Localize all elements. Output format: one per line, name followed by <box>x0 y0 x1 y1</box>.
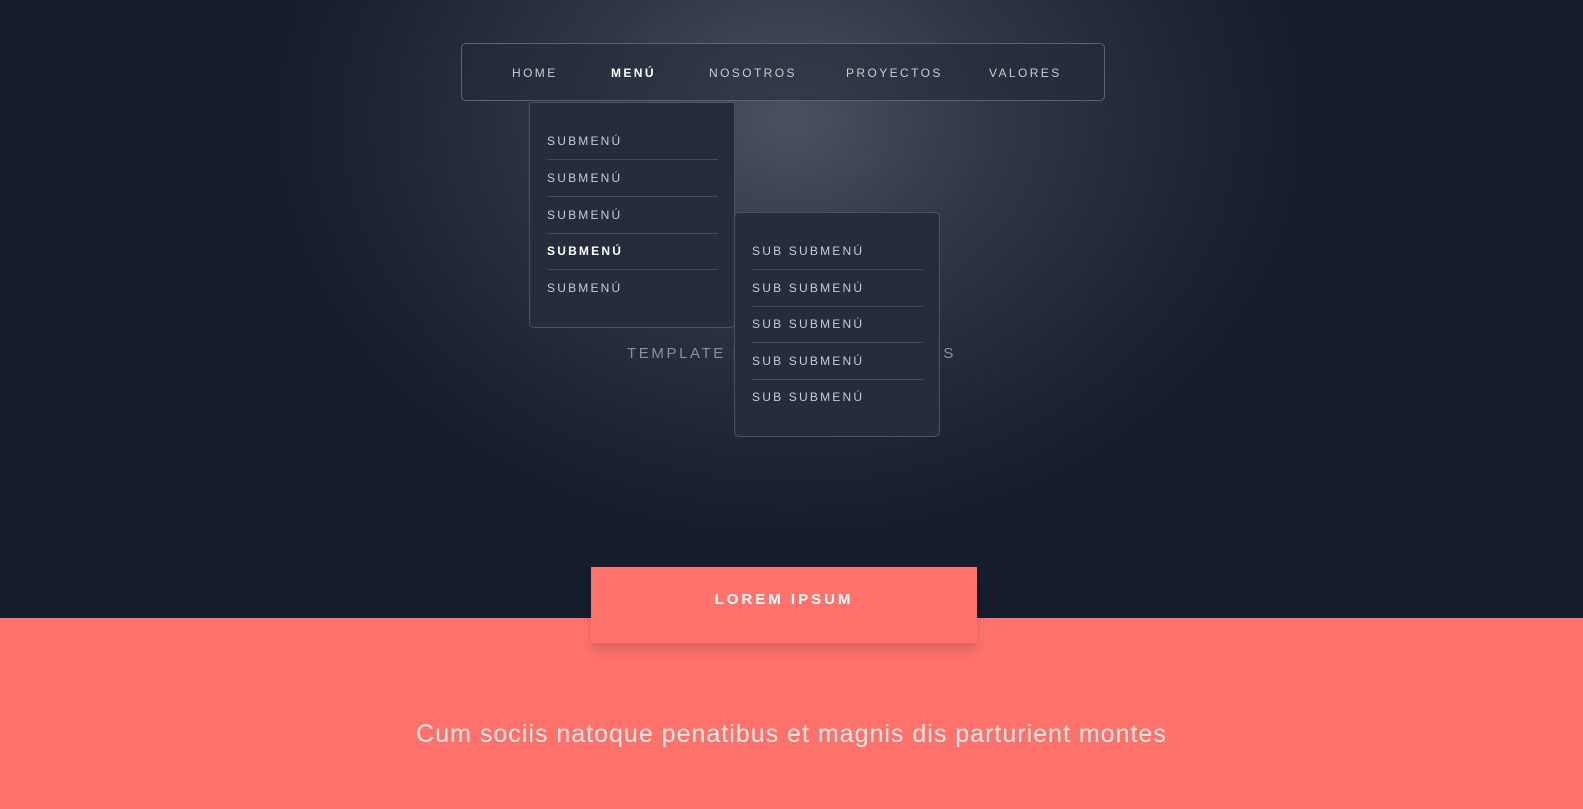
submenu-dropdown: SUBMENÚ SUBMENÚ SUBMENÚ SUBMENÚ SUBMENÚ <box>529 102 735 328</box>
sub-submenu-item[interactable]: SUB SUBMENÚ <box>752 343 923 380</box>
nav-item-valores[interactable]: VALORES <box>989 44 1062 102</box>
nav-item-menu[interactable]: MENÚ <box>611 44 656 102</box>
sub-submenu-item[interactable]: SUB SUBMENÚ <box>752 270 923 307</box>
submenu-item-active[interactable]: SUBMENÚ <box>547 233 718 270</box>
section-tab-label: LOREM IPSUM <box>714 591 854 608</box>
submenu-item[interactable]: SUBMENÚ <box>547 160 718 197</box>
sub-submenu-dropdown: SUB SUBMENÚ SUB SUBMENÚ SUB SUBMENÚ SUB … <box>734 212 940 437</box>
main-nav: HOME MENÚ NOSOTROS PROYECTOS VALORES <box>461 43 1105 101</box>
sub-submenu-item[interactable]: SUB SUBMENÚ <box>752 379 923 416</box>
section-tab: LOREM IPSUM <box>591 567 977 643</box>
sub-submenu-item[interactable]: SUB SUBMENÚ <box>752 306 923 343</box>
submenu-item[interactable]: SUBMENÚ <box>547 123 718 160</box>
content-section <box>0 618 1583 809</box>
nav-item-nosotros[interactable]: NOSOTROS <box>709 44 797 102</box>
section-tagline: Cum sociis natoque penatibus et magnis d… <box>416 720 1167 748</box>
submenu-item[interactable]: SUBMENÚ <box>547 270 718 307</box>
nav-item-home[interactable]: HOME <box>512 44 558 102</box>
nav-item-proyectos[interactable]: PROYECTOS <box>846 44 943 102</box>
submenu-item[interactable]: SUBMENÚ <box>547 197 718 234</box>
sub-submenu-item[interactable]: SUB SUBMENÚ <box>752 233 923 270</box>
